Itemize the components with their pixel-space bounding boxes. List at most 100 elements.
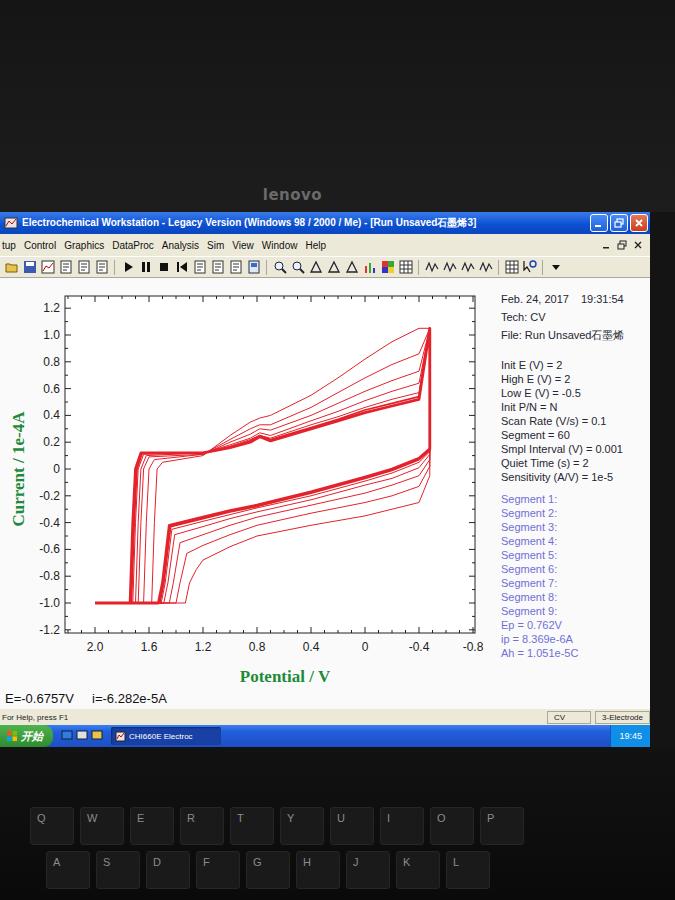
key[interactable]: L [446, 851, 490, 889]
menu-item[interactable]: Graphics [64, 240, 104, 251]
toolbar-button[interactable] [361, 258, 378, 276]
parameter: Segment = 60 [501, 428, 650, 442]
toolbar-button[interactable] [57, 258, 74, 276]
toolbar-button[interactable] [503, 258, 520, 276]
wave-icon [479, 260, 493, 274]
segment-line: Segment 7: [501, 576, 650, 590]
toolbar-button[interactable] [21, 258, 38, 276]
key[interactable]: O [430, 807, 474, 845]
taskbar: 开始 CHI660E Electroc 19:45 [0, 725, 650, 747]
taskbar-label: CHI660E Electroc [129, 732, 193, 741]
key[interactable]: E [130, 807, 174, 845]
key[interactable]: K [396, 851, 440, 889]
toolbar-button[interactable] [343, 258, 360, 276]
clock: 19:45 [619, 731, 642, 741]
key[interactable]: I [380, 807, 424, 845]
cv-cycle-line [95, 328, 430, 603]
toolbar-button[interactable] [477, 258, 494, 276]
key[interactable]: S [96, 851, 140, 889]
mdi-minimize-button[interactable] [599, 239, 612, 251]
menu-item[interactable]: Control [24, 240, 56, 251]
toolbar-button[interactable] [245, 258, 262, 276]
toolbar-button[interactable] [75, 258, 92, 276]
toolbar-button[interactable] [137, 258, 154, 276]
mdi-close-button[interactable] [631, 239, 644, 251]
toolbar-button[interactable] [521, 258, 538, 276]
menu-item[interactable]: Analysis [162, 240, 199, 251]
toolbar-button[interactable] [379, 258, 396, 276]
key[interactable]: W [80, 807, 124, 845]
toolbar-button[interactable] [173, 258, 190, 276]
key[interactable]: J [346, 851, 390, 889]
browser-icon [61, 729, 73, 741]
y-tick-label: 0.8 [43, 355, 60, 369]
menu-item[interactable]: Sim [207, 240, 224, 251]
status-field: 3-Electrode [595, 711, 650, 724]
side-bezel [650, 212, 675, 747]
quick-launch-button[interactable] [61, 727, 73, 745]
folder-icon [91, 729, 103, 741]
taskbar-button[interactable]: CHI660E Electroc [111, 727, 221, 745]
toolbar-button[interactable] [307, 258, 324, 276]
parameter: Init E (V) = 2 [501, 358, 650, 372]
key[interactable]: F [196, 851, 240, 889]
toolbar-button[interactable] [547, 258, 564, 276]
key[interactable]: U [330, 807, 374, 845]
screen-row: Electrochemical Workstation - Legacy Ver… [0, 212, 675, 747]
key[interactable]: Y [280, 807, 324, 845]
mdi-restore-button[interactable] [615, 239, 628, 251]
help-icon [523, 260, 537, 274]
key[interactable]: P [480, 807, 524, 845]
key[interactable]: R [180, 807, 224, 845]
key[interactable]: H [296, 851, 340, 889]
minimize-button[interactable] [590, 214, 608, 232]
result-line: ip = 8.369e-6A [501, 632, 650, 646]
toolbar-button[interactable] [325, 258, 342, 276]
key[interactable]: D [146, 851, 190, 889]
key[interactable]: T [230, 807, 274, 845]
toolbar-button[interactable] [209, 258, 226, 276]
menu-item[interactable]: Help [305, 240, 326, 251]
restore-button[interactable] [610, 214, 628, 232]
parameter: Sensitivity (A/V) = 1e-5 [501, 470, 650, 484]
toolbar-button[interactable] [191, 258, 208, 276]
wave-icon [443, 260, 457, 274]
toolbar-button[interactable] [459, 258, 476, 276]
toolbar-button[interactable] [39, 258, 56, 276]
quick-launch-button[interactable] [91, 727, 103, 745]
menu-item[interactable]: DataProc [112, 240, 154, 251]
close-button[interactable] [630, 214, 648, 232]
quick-launch-button[interactable] [76, 727, 88, 745]
segment-line: Segment 8: [501, 590, 650, 604]
toolbar-button[interactable] [423, 258, 440, 276]
key[interactable]: Q [30, 807, 74, 845]
segment-line: Segment 4: [501, 534, 650, 548]
page-icon [193, 260, 207, 274]
window-title: Electrochemical Workstation - Legacy Ver… [22, 216, 586, 230]
toolbar-button[interactable] [441, 258, 458, 276]
quick-launch [57, 727, 107, 745]
start-button[interactable]: 开始 [0, 725, 53, 747]
toolbar-button[interactable] [289, 258, 306, 276]
toolbar-button[interactable] [271, 258, 288, 276]
minimize-icon [601, 240, 611, 250]
grid-icon [505, 260, 519, 274]
cv-cycle-line [95, 328, 430, 603]
menu-item[interactable]: Window [262, 240, 298, 251]
toolbar-button[interactable] [155, 258, 172, 276]
toolbar-button[interactable] [119, 258, 136, 276]
toolbar-button[interactable] [227, 258, 244, 276]
tri-icon [345, 260, 359, 274]
menu-item[interactable]: View [232, 240, 254, 251]
key[interactable]: G [246, 851, 290, 889]
technique: Tech: CV [501, 308, 650, 326]
menu-item[interactable]: tup [2, 240, 16, 251]
tri-icon [309, 260, 323, 274]
key[interactable]: A [46, 851, 90, 889]
x-tick-label: 1.6 [141, 640, 158, 654]
toolbar-button[interactable] [93, 258, 110, 276]
stop-icon [157, 260, 171, 274]
toolbar-button[interactable] [3, 258, 20, 276]
toolbar-button[interactable] [397, 258, 414, 276]
windows-flag-icon [6, 730, 18, 742]
